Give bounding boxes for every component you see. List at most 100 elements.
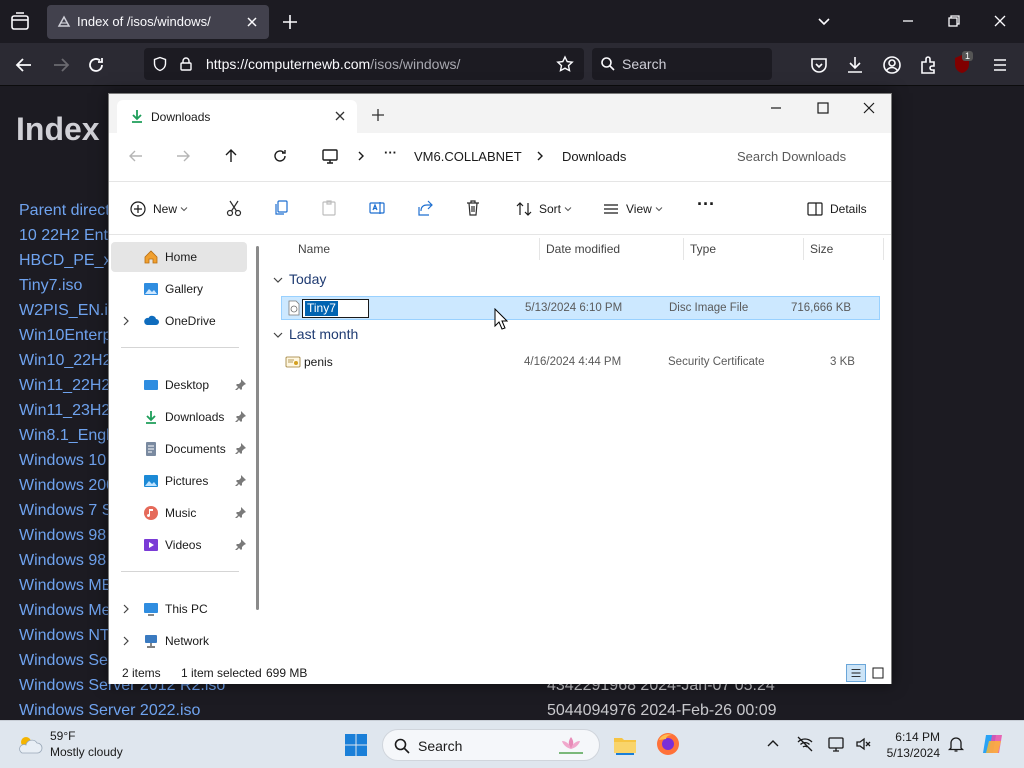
nav-item-home[interactable]: Home: [111, 242, 247, 272]
close-tab-icon[interactable]: [333, 109, 347, 123]
pin-icon[interactable]: [235, 539, 246, 550]
breadcrumb-computer[interactable]: VM6.COLLABNET: [414, 149, 522, 164]
file-link[interactable]: Windows Se: [19, 652, 108, 670]
display-icon[interactable]: [827, 735, 845, 753]
nav-pane-scrollbar[interactable]: [256, 246, 259, 610]
chevron-right-icon[interactable]: [121, 636, 131, 646]
file-link[interactable]: Windows 10: [19, 452, 106, 470]
more-locations-ellipsis[interactable]: ···: [384, 145, 397, 160]
lock-icon[interactable]: [178, 56, 194, 72]
chevron-up-icon[interactable]: [764, 735, 782, 753]
minimize-icon[interactable]: [898, 11, 918, 31]
file-row-penis[interactable]: penis 4/16/2024 4:44 PM Security Certifi…: [281, 351, 880, 375]
column-separator[interactable]: [683, 238, 684, 260]
nav-item-videos[interactable]: Videos: [111, 530, 247, 560]
bookmark-star-icon[interactable]: [556, 55, 574, 73]
close-tab-icon[interactable]: [243, 13, 261, 31]
url-bar[interactable]: https://computernewb.com/isos/windows/: [144, 48, 584, 80]
new-tab-icon[interactable]: [371, 108, 385, 122]
nav-item-this-pc[interactable]: This PC: [111, 594, 247, 624]
new-button[interactable]: New: [129, 200, 188, 218]
copy-icon[interactable]: [272, 199, 290, 217]
refresh-icon[interactable]: [271, 147, 289, 165]
file-link[interactable]: HBCD_PE_x6: [19, 252, 120, 270]
column-header-type[interactable]: Type: [690, 242, 716, 256]
up-icon[interactable]: [222, 147, 240, 165]
file-link[interactable]: 10 22H2 Ente: [19, 227, 117, 245]
explorer-search-box[interactable]: Search Downloads: [723, 139, 887, 173]
pin-icon[interactable]: [235, 507, 246, 518]
column-header-date[interactable]: Date modified: [546, 242, 620, 256]
paste-icon[interactable]: [320, 199, 338, 217]
url-text[interactable]: https://computernewb.com/isos/windows/: [206, 56, 460, 72]
browser-tab[interactable]: Index of /isos/windows/: [47, 5, 269, 39]
explorer-tab[interactable]: Downloads: [117, 100, 357, 133]
file-link[interactable]: Windows 7 S: [19, 502, 112, 520]
notifications-bell-icon[interactable]: [947, 735, 965, 753]
group-header-today[interactable]: Today: [273, 271, 326, 287]
account-icon[interactable]: [881, 54, 903, 76]
file-link[interactable]: Win10Enterp: [19, 327, 112, 345]
taskbar-clock[interactable]: 6:14 PM 5/13/2024: [880, 729, 940, 761]
group-header-last-month[interactable]: Last month: [273, 326, 358, 342]
column-separator[interactable]: [883, 238, 884, 260]
maximize-icon[interactable]: [815, 100, 831, 116]
nav-item-music[interactable]: Music: [111, 498, 247, 528]
file-link[interactable]: Parent direct: [19, 202, 110, 220]
chevron-right-icon[interactable]: [121, 316, 131, 326]
file-explorer-taskbar-icon[interactable]: [612, 731, 638, 757]
forward-icon[interactable]: [50, 54, 72, 76]
chevron-right-icon[interactable]: [534, 147, 546, 165]
nav-item-documents[interactable]: Documents: [111, 434, 247, 464]
rename-icon[interactable]: [368, 199, 386, 217]
details-pane-button[interactable]: Details: [806, 200, 867, 218]
file-link[interactable]: Windows Server 2022.iso: [19, 702, 200, 720]
close-window-icon[interactable]: [861, 100, 877, 116]
nav-item-network[interactable]: Network: [111, 626, 247, 656]
shield-icon[interactable]: [152, 56, 168, 72]
list-all-tabs-icon[interactable]: [814, 11, 834, 31]
cut-icon[interactable]: [225, 199, 243, 217]
see-more-button[interactable]: ···: [697, 194, 715, 214]
delete-icon[interactable]: [464, 199, 482, 217]
chevron-right-icon[interactable]: [121, 604, 131, 614]
file-link[interactable]: Windows 98: [19, 527, 106, 545]
file-row-tiny7[interactable]: Tiny7 5/13/2024 6:10 PM Disc Image File …: [281, 296, 880, 320]
pin-icon[interactable]: [235, 379, 246, 390]
pin-icon[interactable]: [235, 443, 246, 454]
file-link[interactable]: Tiny7.iso: [19, 277, 82, 295]
nav-item-pictures[interactable]: Pictures: [111, 466, 247, 496]
copilot-icon[interactable]: [980, 731, 1006, 757]
nav-item-desktop[interactable]: Desktop: [111, 370, 247, 400]
file-link[interactable]: Win11_23H2: [19, 402, 110, 420]
nav-item-gallery[interactable]: Gallery: [111, 274, 247, 304]
nav-item-downloads[interactable]: Downloads: [111, 402, 247, 432]
large-icons-view-icon[interactable]: [868, 664, 888, 682]
taskbar-search-box[interactable]: Search: [382, 729, 600, 761]
back-icon[interactable]: [127, 147, 145, 165]
view-button[interactable]: View: [602, 200, 663, 218]
file-link[interactable]: Windows 98: [19, 552, 106, 570]
file-link[interactable]: Windows ME: [19, 577, 112, 595]
tab-list-icon[interactable]: [8, 10, 32, 34]
file-link[interactable]: Win10_22H2: [19, 352, 112, 370]
new-tab-icon[interactable]: [280, 12, 300, 32]
file-link[interactable]: Win11_22H2: [19, 377, 110, 395]
browser-search-bar[interactable]: Search: [592, 48, 772, 80]
firefox-taskbar-icon[interactable]: [655, 731, 681, 757]
details-view-icon[interactable]: [846, 664, 866, 682]
reload-icon[interactable]: [85, 54, 107, 76]
rename-textbox[interactable]: Tiny7: [302, 299, 369, 318]
file-link[interactable]: Windows NT: [19, 627, 110, 645]
forward-icon[interactable]: [174, 147, 192, 165]
volume-muted-icon[interactable]: [854, 735, 872, 753]
pin-icon[interactable]: [235, 411, 246, 422]
share-icon[interactable]: [416, 199, 434, 217]
back-icon[interactable]: [13, 54, 35, 76]
weather-widget[interactable]: 59°F Mostly cloudy: [16, 729, 146, 763]
pin-icon[interactable]: [235, 475, 246, 486]
ublock-extension-button[interactable]: 1: [952, 51, 974, 77]
column-separator[interactable]: [803, 238, 804, 260]
column-separator[interactable]: [539, 238, 540, 260]
close-window-icon[interactable]: [990, 11, 1010, 31]
